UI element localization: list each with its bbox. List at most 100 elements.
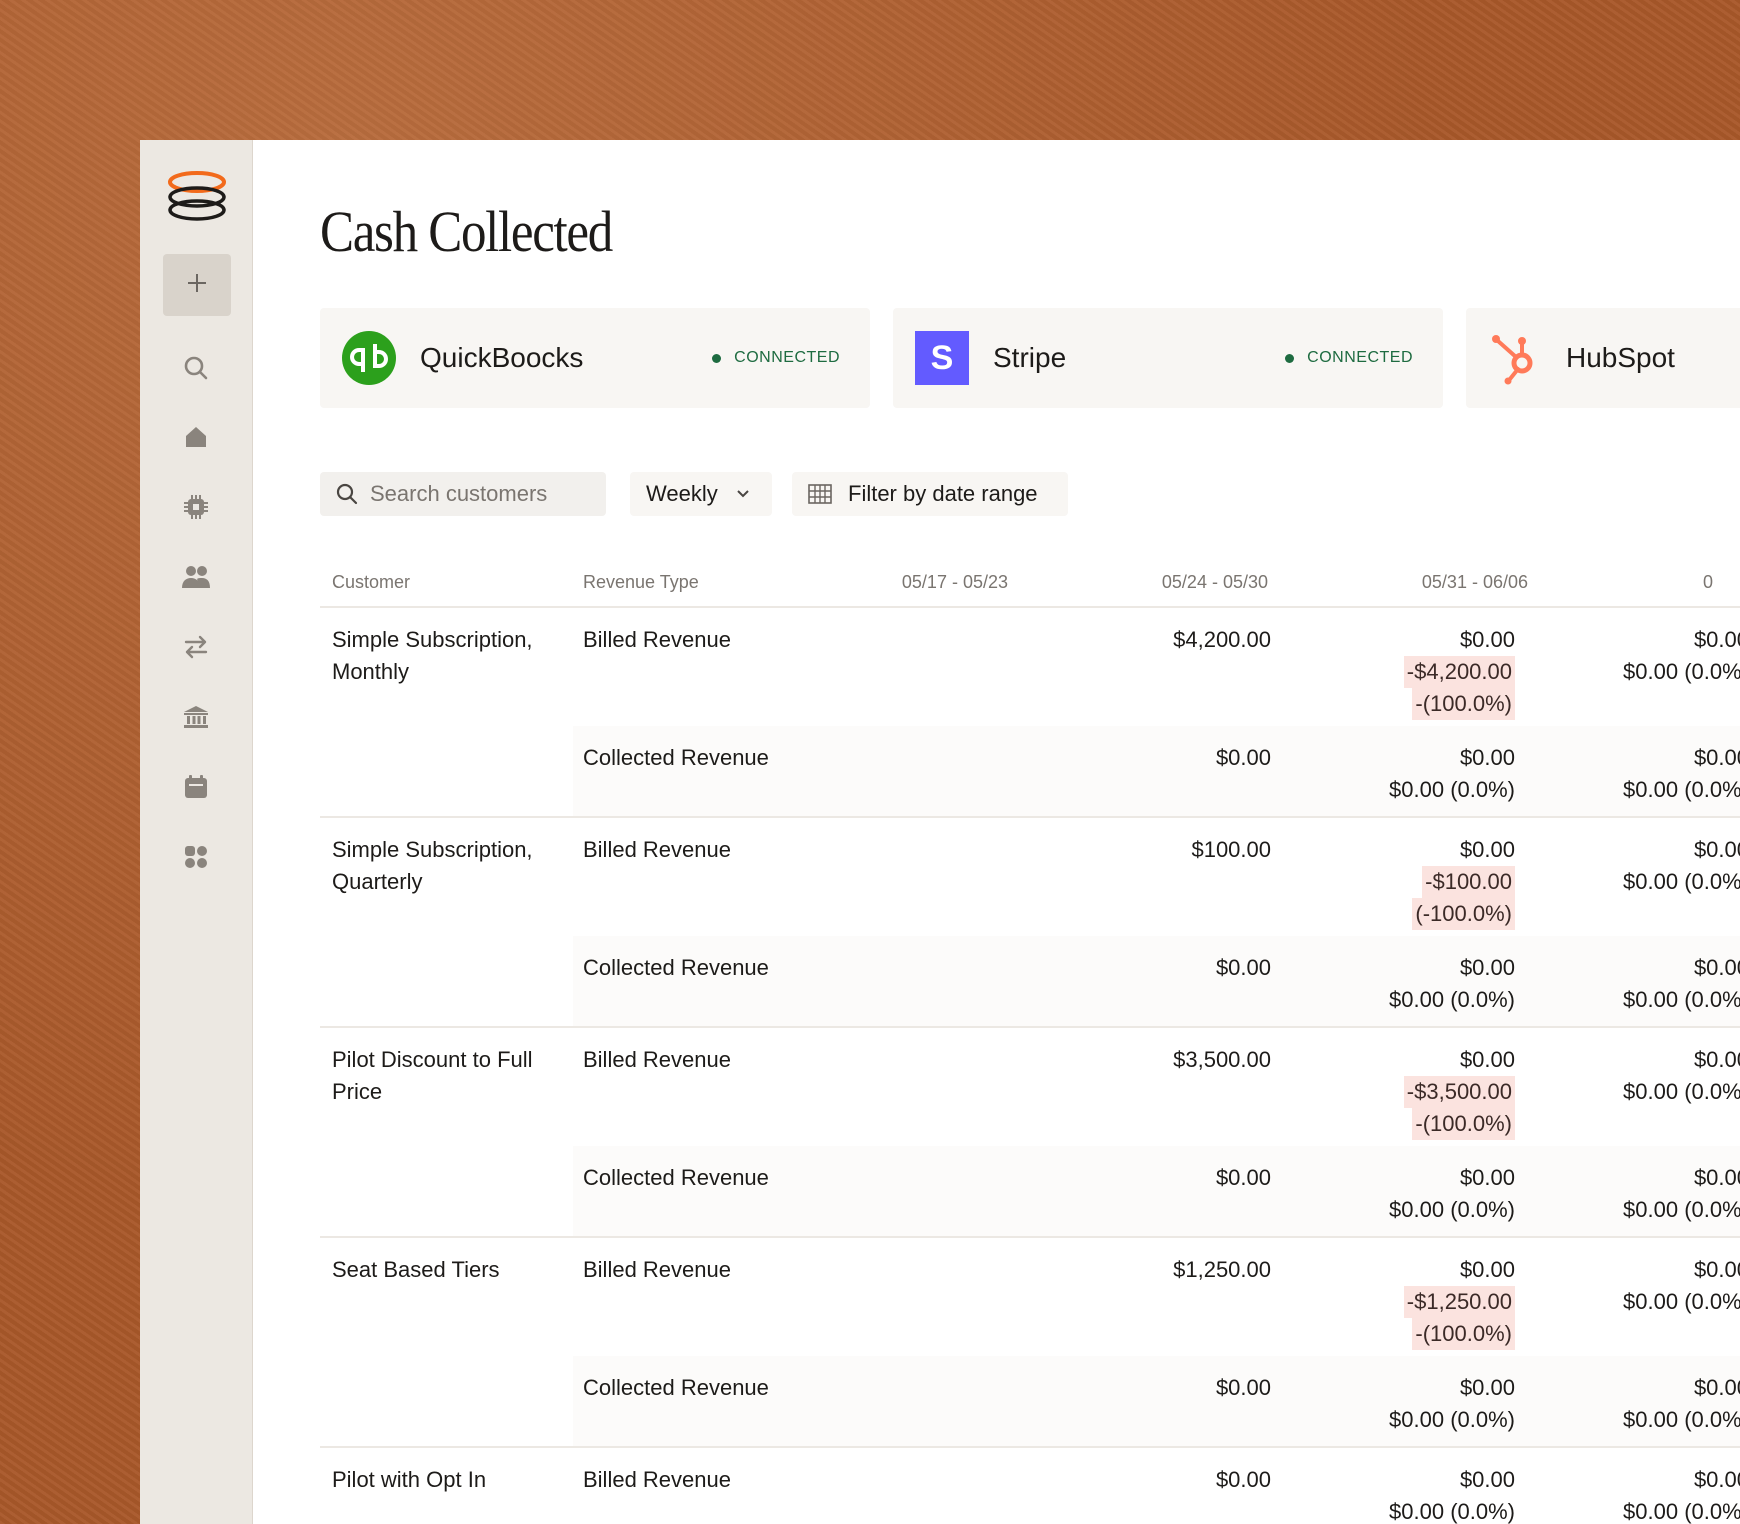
customer-name[interactable]: Pilot with Opt In (332, 1464, 552, 1496)
table-row[interactable]: Billed Revenue $0.00 $0.00 $0.00 (0.0%) $0.0… (573, 1448, 1740, 1524)
date-range-filter[interactable]: Filter by date range (792, 472, 1068, 516)
value-cell: $0.00 $0.00 (0.0%) (1623, 834, 1740, 898)
customer-name[interactable]: Pilot Discount to Full Price (332, 1044, 552, 1108)
integration-card-hubspot[interactable]: HubSpot (1466, 308, 1740, 408)
integration-name: QuickBoocks (420, 342, 584, 373)
search-icon (336, 483, 358, 505)
column-header-period-2[interactable]: 05/24 - 05/30 (1162, 572, 1268, 593)
customer-group: Simple Subscription, Monthly Billed Reven… (320, 608, 1740, 818)
sidebar-item-transfers[interactable] (182, 635, 210, 663)
table-row[interactable]: Billed Revenue $3,500.00 $0.00 -$3,500.00 -(… (573, 1028, 1740, 1146)
users-icon (182, 564, 210, 595)
table-row[interactable]: Collected Revenue $0.00 $0.00 $0.00 (0.0%) $… (573, 726, 1740, 816)
column-header-period-1[interactable]: 05/17 - 05/23 (902, 572, 1008, 593)
table-row[interactable]: Collected Revenue $0.00 $0.00 $0.00 (0.0%) $… (573, 1356, 1740, 1446)
table-row[interactable]: Billed Revenue $100.00 $0.00 -$100.00 (-100.… (573, 818, 1740, 936)
column-header-period-4[interactable]: 0 (1703, 572, 1713, 593)
change-value: -$100.00 (1422, 866, 1515, 898)
column-header-revenue-type[interactable]: Revenue Type (583, 572, 699, 593)
value-cell: $3,500.00 (1173, 1044, 1271, 1076)
value-cell: $0.00 (1216, 1162, 1271, 1194)
main-content: Cash Collected QuickBoocks CONNECTED S S… (252, 140, 1740, 1524)
value-cell: $0.00 $0.00 (0.0%) (1623, 1372, 1740, 1436)
change-value: $0.00 (0.0%) (1623, 1197, 1740, 1222)
change-value: $0.00 (0.0%) (1623, 659, 1740, 684)
sidebar-item-bank[interactable] (182, 705, 210, 733)
change-value: $0.00 (0.0%) (1389, 1499, 1515, 1524)
revenue-type-label: Collected Revenue (583, 1165, 769, 1190)
table-row[interactable]: Collected Revenue $0.00 $0.00 $0.00 (0.0%) $… (573, 1146, 1740, 1236)
period-select[interactable]: Weekly (630, 472, 772, 516)
customer-group: Simple Subscription, Quarterly Billed Rev… (320, 818, 1740, 1028)
amount-value: $0.00 (1215, 955, 1271, 980)
amount-value: $0.00 (1693, 1467, 1740, 1492)
value-cell: $0.00 (1216, 1464, 1271, 1496)
change-value: -$1,250.00 (1403, 1286, 1515, 1318)
app-logo-icon[interactable] (167, 170, 227, 222)
sidebar-item-calendar[interactable] (182, 774, 210, 803)
value-cell: $1,250.00 (1173, 1254, 1271, 1286)
amount-value: $0.00 (1693, 745, 1740, 770)
change-value: -(100.0%) (1412, 1318, 1515, 1350)
amount-value: $0.00 (1215, 745, 1271, 770)
column-header-customer[interactable]: Customer (332, 572, 410, 593)
change-value: $0.00 (0.0%) (1389, 1407, 1515, 1432)
revenue-type-label: Collected Revenue (583, 955, 769, 980)
value-cell: $0.00 -$4,200.00 -(100.0%) (1403, 624, 1515, 720)
integration-name: HubSpot (1566, 342, 1675, 373)
customer-name[interactable]: Simple Subscription, Quarterly (332, 834, 552, 898)
amount-value: $0.00 (1459, 1375, 1515, 1400)
amount-value: $0.00 (1693, 1375, 1740, 1400)
search-input[interactable] (370, 481, 590, 507)
integration-card-stripe[interactable]: S Stripe CONNECTED (893, 308, 1443, 408)
customer-name[interactable]: Seat Based Tiers (332, 1254, 552, 1286)
value-cell: $0.00 $0.00 (0.0%) (1389, 1464, 1515, 1524)
customer-group: Seat Based Tiers Billed Revenue $1,250.00 $… (320, 1238, 1740, 1448)
value-cell: $0.00 -$100.00 (-100.0%) (1412, 834, 1515, 930)
chip-icon (183, 494, 209, 525)
customer-group: Pilot with Opt In Billed Revenue $0.00 $0.0… (320, 1448, 1740, 1524)
search-customers-box[interactable] (320, 472, 606, 516)
sidebar-item-home[interactable] (182, 425, 210, 453)
value-cell: $0.00 (1216, 1372, 1271, 1404)
sidebar-item-search[interactable] (182, 356, 210, 384)
amount-value: $0.00 (1459, 837, 1515, 862)
amount-value: $0.00 (1693, 627, 1740, 652)
sidebar-item-apps[interactable] (182, 845, 210, 873)
integration-card-quickbooks[interactable]: QuickBoocks CONNECTED (320, 308, 870, 408)
revenue-type-label: Billed Revenue (583, 1257, 731, 1282)
amount-value: $0.00 (1693, 1165, 1740, 1190)
value-cell: $0.00 $0.00 (0.0%) (1389, 952, 1515, 1016)
amount-value: $0.00 (1459, 1467, 1515, 1492)
column-header-period-3[interactable]: 05/31 - 06/06 (1422, 572, 1528, 593)
app-window: Cash Collected QuickBoocks CONNECTED S S… (140, 140, 1740, 1524)
amount-value: $3,500.00 (1173, 1047, 1271, 1072)
table-row[interactable]: Billed Revenue $4,200.00 $0.00 -$4,200.00 -(… (573, 608, 1740, 726)
amount-value: $0.00 (1215, 1467, 1271, 1492)
new-button[interactable] (163, 254, 231, 316)
value-cell: $0.00 $0.00 (0.0%) (1623, 1162, 1740, 1226)
change-value: $0.00 (0.0%) (1389, 987, 1515, 1012)
table-row[interactable]: Collected Revenue $0.00 $0.00 $0.00 (0.0%) $… (573, 936, 1740, 1026)
table-row[interactable]: Billed Revenue $1,250.00 $0.00 -$1,250.00 -(… (573, 1238, 1740, 1356)
sidebar-item-customers[interactable] (182, 565, 210, 593)
hubspot-logo-icon (1488, 331, 1542, 385)
amount-value: $0.00 (1459, 1165, 1515, 1190)
amount-value: $0.00 (1693, 1047, 1740, 1072)
svg-text:S: S (931, 339, 954, 377)
period-select-value: Weekly (646, 481, 718, 506)
amount-value: $0.00 (1459, 955, 1515, 980)
sidebar-item-chip[interactable] (182, 494, 210, 525)
value-cell: $100.00 (1191, 834, 1271, 866)
customer-name[interactable]: Simple Subscription, Monthly (332, 624, 552, 688)
integration-name: Stripe (993, 342, 1067, 373)
plus-icon (186, 272, 208, 299)
value-cell: $0.00 (1216, 742, 1271, 774)
status-label: CONNECTED (734, 349, 840, 366)
cash-collected-table: Customer Revenue Type 05/17 - 05/23 05/2… (320, 556, 1740, 1524)
bank-icon (183, 704, 209, 735)
connected-status-badge: CONNECTED (712, 349, 840, 367)
value-cell: $4,200.00 (1173, 624, 1271, 656)
change-value: -$3,500.00 (1403, 1076, 1515, 1108)
amount-value: $0.00 (1459, 627, 1515, 652)
